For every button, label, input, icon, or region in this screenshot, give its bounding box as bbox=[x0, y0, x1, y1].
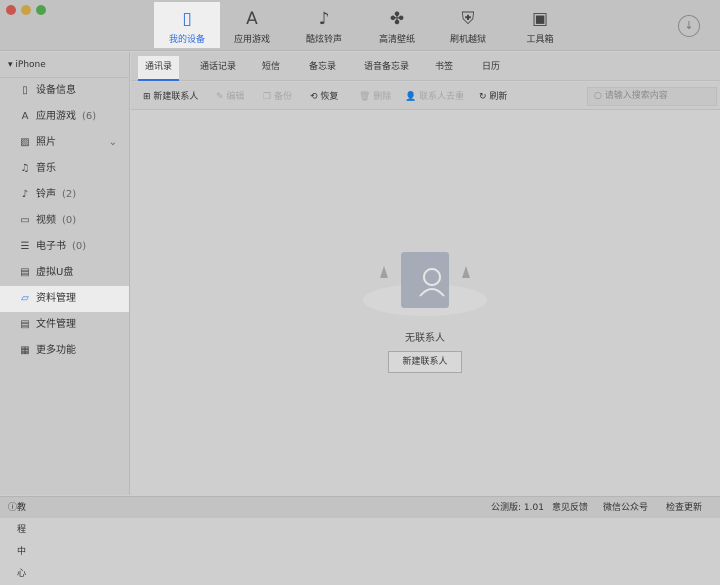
tab-contacts[interactable]: 通讯录 bbox=[138, 56, 180, 81]
restore-button[interactable]: ⟲ 恢复 bbox=[310, 89, 338, 102]
sidebar-item-data-management[interactable]: ▱ 资料管理 bbox=[0, 286, 129, 312]
tab-call-log[interactable]: 通话记录 bbox=[193, 56, 243, 81]
music-note-icon: ♪ bbox=[21, 189, 29, 200]
version-label: 公测版: 1.01 bbox=[491, 503, 544, 513]
feedback-link[interactable]: 意见反馈 bbox=[552, 497, 588, 519]
nav-apps[interactable]: A 应用游戏 bbox=[219, 2, 285, 48]
folder-icon: ▱ bbox=[21, 293, 29, 304]
tab-calendar[interactable]: 日历 bbox=[475, 56, 507, 81]
file-icon: ▤ bbox=[20, 319, 30, 330]
grid-icon: ▦ bbox=[20, 345, 30, 356]
wechat-link[interactable]: 微信公众号 bbox=[603, 497, 648, 519]
photo-icon: ▨ bbox=[20, 137, 30, 148]
nav-wallpapers[interactable]: ✤ 高清壁纸 bbox=[364, 2, 430, 48]
search-input[interactable]: ○ 请输入搜索内容 bbox=[587, 87, 717, 106]
tab-voice-memos[interactable]: 语音备忘录 bbox=[357, 56, 416, 81]
sidebar-item-more[interactable]: ▦ 更多功能 bbox=[0, 338, 129, 364]
sidebar-item-ringtones[interactable]: ♪ 铃声 (2) bbox=[0, 182, 129, 208]
video-icon: ▭ bbox=[20, 215, 30, 226]
dedupe-contacts-button[interactable]: 👤 联系人去重 bbox=[405, 89, 464, 102]
top-bar: ▯ 我的设备 A 应用游戏 ♪ 酷炫铃声 ✤ 高清壁纸 ⛨ 刷机越狱 ▣ 工具箱 ↓ bbox=[0, 0, 720, 51]
app-store-icon: A bbox=[21, 111, 29, 122]
search-icon: ○ bbox=[594, 91, 602, 101]
sidebar: ▾ iPhone ▯ 设备信息 A 应用游戏 (6) ▨ 照片 ⌄ ♫ 音乐 ♪ 铃声 (2) … bbox=[0, 52, 130, 495]
nav-toolbox[interactable]: ▣ 工具箱 bbox=[507, 2, 573, 48]
phone-icon: ▯ bbox=[22, 85, 28, 96]
refresh-button[interactable]: ↻ 刷新 bbox=[479, 89, 507, 102]
device-header[interactable]: ▾ iPhone bbox=[0, 52, 129, 78]
shield-key-icon: ⛨ bbox=[461, 9, 475, 29]
tab-bar: 通讯录 通话记录 短信 备忘录 语音备忘录 书签 日历 bbox=[131, 52, 720, 81]
footer: ⓘ 教程中心 公测版: 1.01 意见反馈 微信公众号 检查更新 bbox=[0, 496, 720, 579]
nav-ringtones[interactable]: ♪ 酷炫铃声 bbox=[291, 2, 357, 48]
tab-bookmarks[interactable]: 书签 bbox=[428, 56, 460, 81]
download-icon[interactable]: ↓ bbox=[678, 15, 700, 37]
edit-button[interactable]: ✎ 编辑 bbox=[216, 89, 244, 102]
sidebar-item-virtual-drive[interactable]: ▤ 虚拟U盘 bbox=[0, 260, 129, 286]
check-update-link[interactable]: 检查更新 bbox=[666, 497, 702, 519]
toolbox-icon: ▣ bbox=[531, 9, 549, 29]
sidebar-item-music[interactable]: ♫ 音乐 bbox=[0, 156, 129, 182]
maximize-window-button[interactable] bbox=[36, 5, 46, 15]
music-icon: ♫ bbox=[20, 163, 30, 174]
new-contact-button[interactable]: ⊞ 新建联系人 bbox=[143, 89, 198, 102]
empty-state: 无联系人 bbox=[360, 230, 490, 344]
chevron-down-icon: ⌄ bbox=[108, 137, 117, 148]
nav-jailbreak[interactable]: ⛨ 刷机越狱 bbox=[435, 2, 501, 48]
clover-icon: ✤ bbox=[389, 9, 405, 29]
toolbar: ⊞ 新建联系人 ✎ 编辑 ❐ 备份 ⟲ 恢复 🗑 删除 👤 联系人去重 ↻ 刷新… bbox=[131, 82, 720, 110]
backup-button[interactable]: ❐ 备份 bbox=[263, 89, 292, 102]
sidebar-item-file-management[interactable]: ▤ 文件管理 bbox=[0, 312, 129, 338]
help-center-link[interactable]: ⓘ 教程中心 bbox=[8, 497, 26, 579]
sidebar-item-apps[interactable]: A 应用游戏 (6) bbox=[0, 104, 129, 130]
phone-icon: ▯ bbox=[182, 9, 192, 29]
empty-message: 无联系人 bbox=[405, 333, 445, 344]
nav-my-device[interactable]: ▯ 我的设备 bbox=[154, 2, 220, 48]
drive-icon: ▤ bbox=[20, 267, 30, 278]
app-store-icon: A bbox=[246, 9, 258, 29]
empty-new-contact-button[interactable]: 新建联系人 bbox=[388, 351, 462, 373]
close-window-button[interactable] bbox=[6, 5, 16, 15]
book-icon: ☰ bbox=[20, 241, 30, 252]
tab-sms[interactable]: 短信 bbox=[255, 56, 287, 81]
sidebar-item-device-info[interactable]: ▯ 设备信息 bbox=[0, 78, 129, 104]
contacts-book-illustration bbox=[363, 252, 487, 316]
tab-notes[interactable]: 备忘录 bbox=[302, 56, 343, 81]
sidebar-item-ebooks[interactable]: ☰ 电子书 (0) bbox=[0, 234, 129, 260]
sidebar-item-photos[interactable]: ▨ 照片 ⌄ bbox=[0, 130, 129, 156]
sidebar-item-video[interactable]: ▭ 视频 (0) bbox=[0, 208, 129, 234]
music-note-icon: ♪ bbox=[318, 9, 330, 29]
minimize-window-button[interactable] bbox=[21, 5, 31, 15]
delete-button[interactable]: 🗑 删除 bbox=[359, 89, 391, 102]
